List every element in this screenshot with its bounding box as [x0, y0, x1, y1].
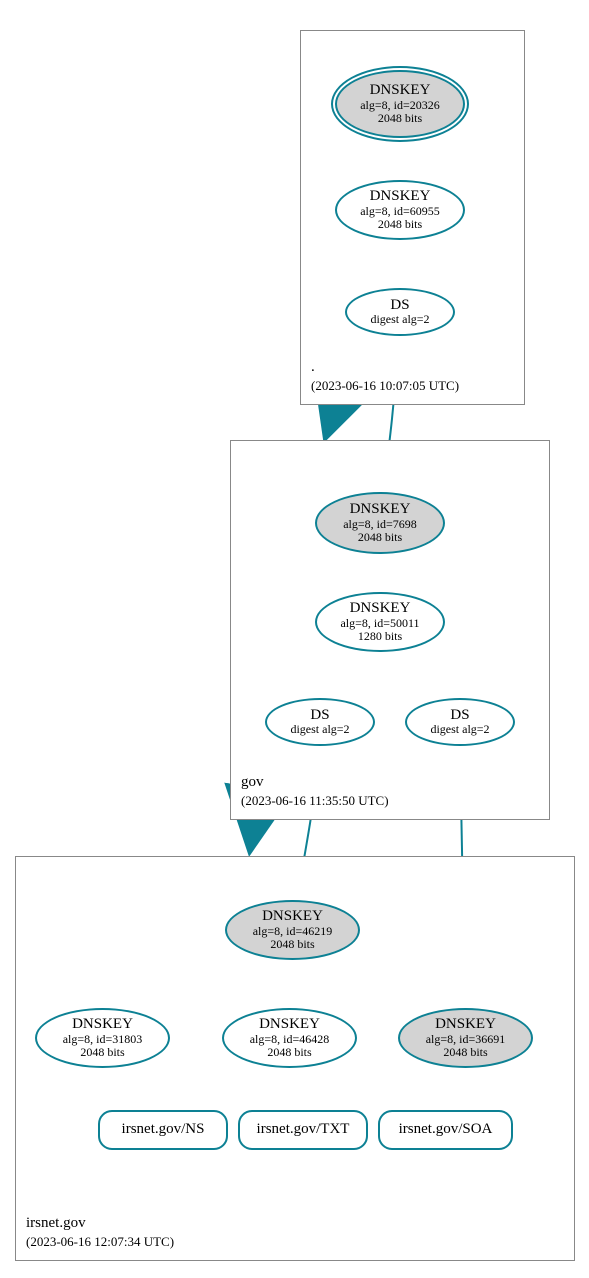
node-irs-key2: DNSKEY alg=8, id=46428 2048 bits	[222, 1008, 357, 1068]
node-root-zsk: DNSKEY alg=8, id=60955 2048 bits	[335, 180, 465, 240]
node-irs-ns: irsnet.gov/NS	[98, 1110, 228, 1150]
node-title: DNSKEY	[350, 601, 411, 617]
node-title: DNSKEY	[350, 502, 411, 518]
node-title: irsnet.gov/NS	[122, 1122, 205, 1138]
node-gov-ds1: DS digest alg=2	[265, 698, 375, 746]
node-irs-key3: DNSKEY alg=8, id=36691 2048 bits	[398, 1008, 533, 1068]
zone-name-irsnet: irsnet.gov	[26, 1215, 86, 1232]
zone-name-root: .	[311, 359, 315, 376]
node-title: DNSKEY	[435, 1017, 496, 1033]
zone-date-root: (2023-06-16 10:07:05 UTC)	[311, 378, 459, 394]
node-sub: 2048 bits	[378, 218, 422, 231]
node-root-ds: DS digest alg=2	[345, 288, 455, 336]
node-sub: alg=8, id=46428	[250, 1033, 330, 1046]
node-gov-ds2: DS digest alg=2	[405, 698, 515, 746]
node-title: DNSKEY	[259, 1017, 320, 1033]
node-title: DS	[390, 298, 409, 314]
node-sub: 2048 bits	[358, 531, 402, 544]
node-sub: 2048 bits	[378, 112, 422, 125]
node-title: DNSKEY	[262, 909, 323, 925]
node-irs-soa: irsnet.gov/SOA	[378, 1110, 513, 1150]
node-title: irsnet.gov/SOA	[399, 1122, 493, 1138]
zone-name-gov: gov	[241, 774, 264, 791]
node-root-ksk: DNSKEY alg=8, id=20326 2048 bits	[335, 70, 465, 138]
node-sub: 2048 bits	[443, 1046, 487, 1059]
node-irs-key1: DNSKEY alg=8, id=31803 2048 bits	[35, 1008, 170, 1068]
node-title: DNSKEY	[370, 189, 431, 205]
node-irs-txt: irsnet.gov/TXT	[238, 1110, 368, 1150]
node-sub: digest alg=2	[290, 723, 349, 736]
node-title: DNSKEY	[72, 1017, 133, 1033]
node-sub: alg=8, id=7698	[343, 518, 417, 531]
node-sub: digest alg=2	[370, 313, 429, 326]
node-sub: alg=8, id=31803	[63, 1033, 143, 1046]
node-title: DS	[310, 708, 329, 724]
node-irs-ksk: DNSKEY alg=8, id=46219 2048 bits	[225, 900, 360, 960]
node-title: DNSKEY	[370, 83, 431, 99]
zone-date-gov: (2023-06-16 11:35:50 UTC)	[241, 793, 389, 809]
node-sub: alg=8, id=50011	[340, 617, 419, 630]
node-title: DS	[450, 708, 469, 724]
node-sub: 2048 bits	[80, 1046, 124, 1059]
node-title: irsnet.gov/TXT	[257, 1122, 350, 1138]
node-sub: 2048 bits	[267, 1046, 311, 1059]
zone-date-irsnet: (2023-06-16 12:07:34 UTC)	[26, 1234, 174, 1250]
node-sub: alg=8, id=46219	[253, 925, 333, 938]
node-sub: digest alg=2	[430, 723, 489, 736]
node-sub: alg=8, id=60955	[360, 205, 440, 218]
node-gov-ksk: DNSKEY alg=8, id=7698 2048 bits	[315, 492, 445, 554]
node-sub: 1280 bits	[358, 630, 402, 643]
node-sub: alg=8, id=20326	[360, 99, 440, 112]
node-sub: 2048 bits	[270, 938, 314, 951]
node-gov-zsk: DNSKEY alg=8, id=50011 1280 bits	[315, 592, 445, 652]
node-sub: alg=8, id=36691	[426, 1033, 506, 1046]
